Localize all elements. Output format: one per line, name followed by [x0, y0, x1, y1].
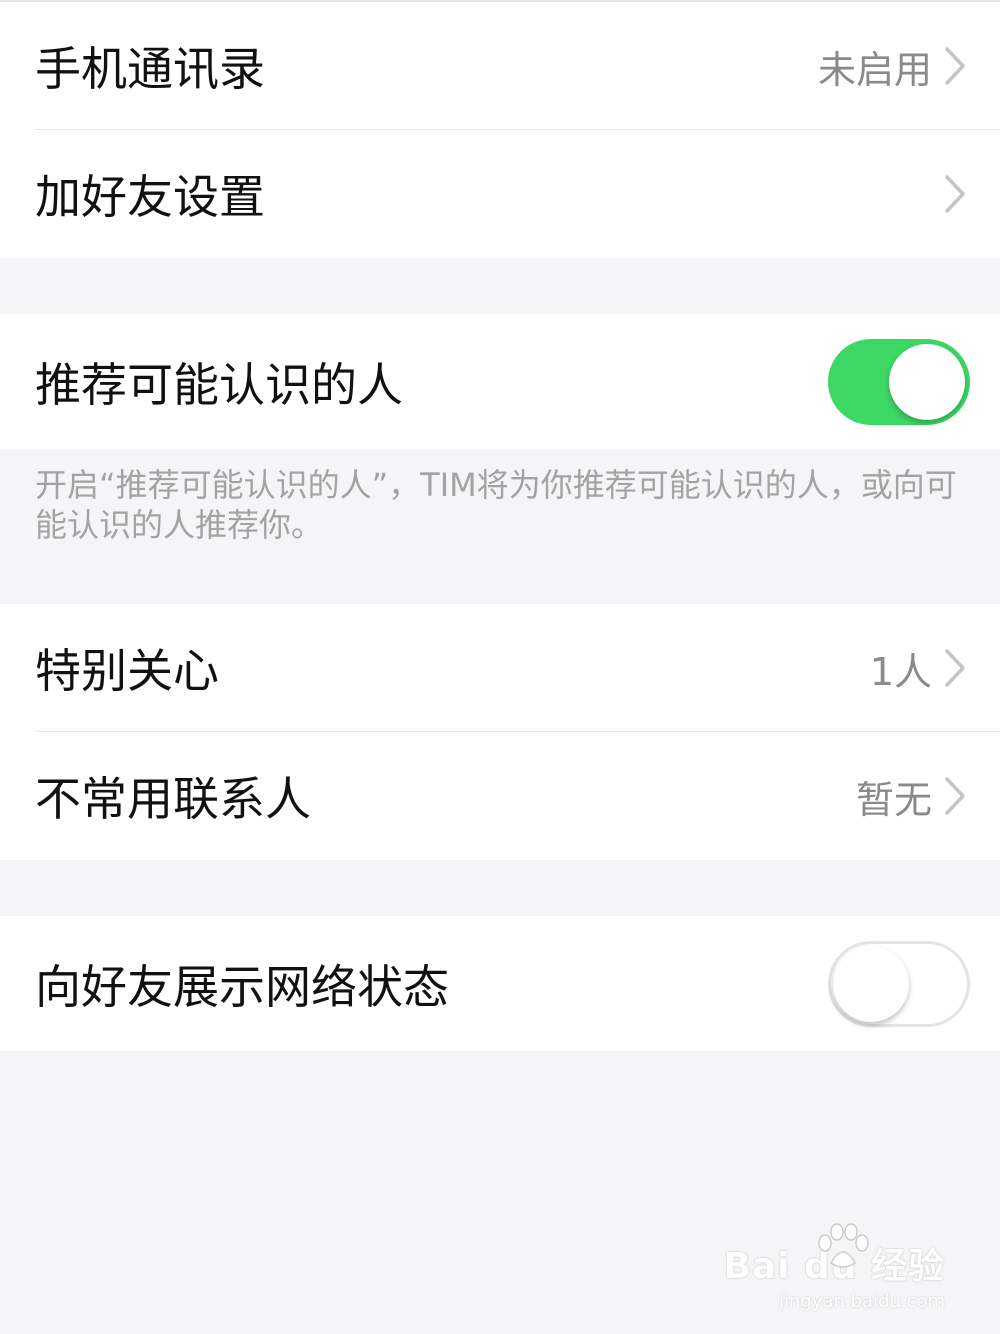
special-care-row[interactable]: 特别关心 1人 — [0, 604, 1000, 732]
phone-contacts-value: 未启用 — [817, 47, 932, 92]
infrequent-contacts-value: 暂无 — [855, 777, 932, 822]
chevron-right-icon — [940, 774, 970, 818]
special-care-label: 特别关心 — [35, 644, 219, 698]
settings-page: 手机通讯录 未启用 加好友设置 推荐可能认识的人 开启“推荐可能认识的人”，TI… — [0, 0, 1000, 1334]
network-status-row: 向好友展示网络状态 — [0, 916, 1000, 1051]
recommend-people-toggle[interactable] — [828, 338, 970, 425]
special-care-value: 1人 — [869, 649, 932, 694]
recommend-people-row: 推荐可能认识的人 — [0, 314, 1000, 449]
add-friend-settings-label: 加好友设置 — [35, 170, 265, 224]
phone-contacts-row[interactable]: 手机通讯录 未启用 — [0, 2, 1000, 130]
chevron-right-icon — [940, 172, 970, 216]
network-status-label: 向好友展示网络状态 — [35, 959, 449, 1014]
baidu-paw-icon — [815, 1223, 871, 1275]
recommend-people-label: 推荐可能认识的人 — [35, 357, 403, 412]
add-friend-settings-row[interactable]: 加好友设置 — [0, 130, 1000, 258]
chevron-right-icon — [940, 646, 970, 690]
recommend-note: 开启“推荐可能认识的人”，TIM将为你推荐可能认识的人，或向可能认识的人推荐你。 — [35, 466, 957, 544]
phone-contacts-label: 手机通讯录 — [35, 42, 265, 96]
infrequent-contacts-label: 不常用联系人 — [35, 772, 311, 826]
care-group: 特别关心 1人 不常用联系人 暂无 — [0, 604, 1000, 860]
contacts-group: 手机通讯录 未启用 加好友设置 — [0, 2, 1000, 258]
network-status-group: 向好友展示网络状态 — [0, 916, 1000, 1051]
watermark-url: jingyan.baidu.com — [778, 1291, 945, 1312]
toggle-knob — [889, 343, 965, 420]
toggle-knob — [833, 945, 909, 1022]
infrequent-contacts-row[interactable]: 不常用联系人 暂无 — [0, 732, 1000, 860]
chevron-right-icon — [940, 44, 970, 88]
network-status-toggle[interactable] — [828, 940, 970, 1027]
recommend-group: 推荐可能认识的人 — [0, 314, 1000, 449]
baidu-watermark: Bai du 经验 jingyan.baidu.com — [723, 1223, 945, 1312]
